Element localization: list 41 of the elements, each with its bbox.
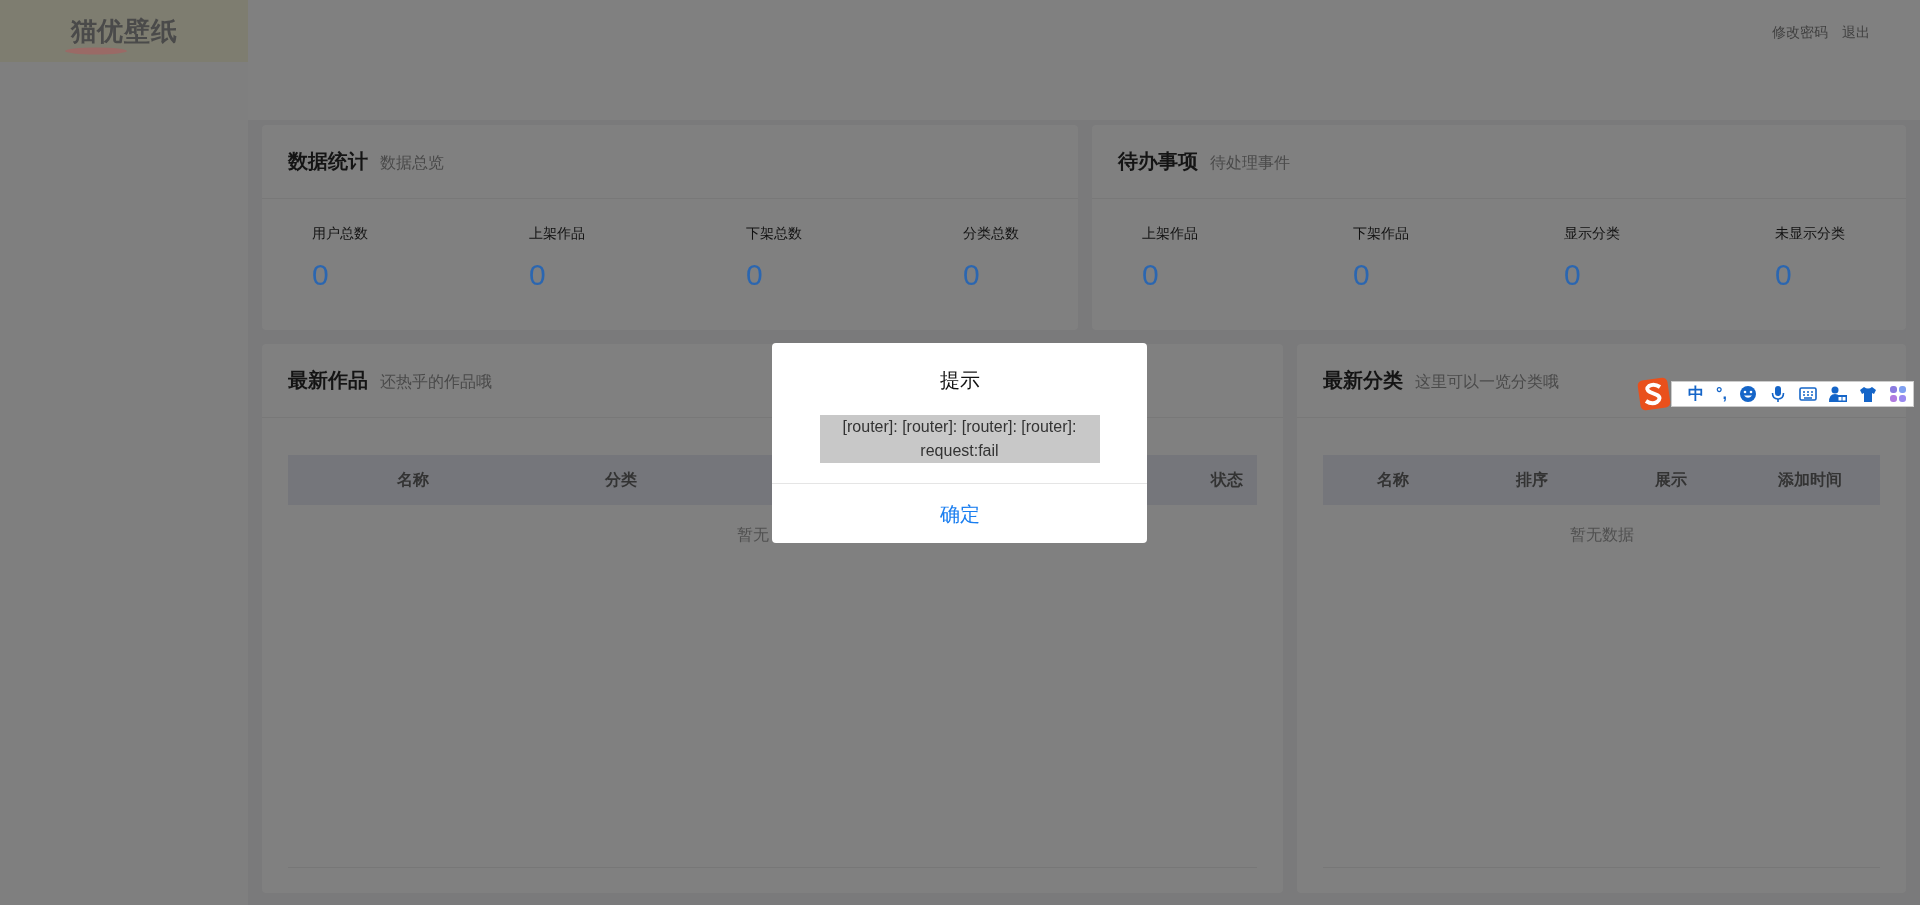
stat-value: 0 xyxy=(963,257,980,293)
card-title: 数据统计 xyxy=(288,149,368,174)
stat-value: 0 xyxy=(746,257,763,293)
column-header: 排序 xyxy=(1514,470,1549,490)
header-link[interactable]: 修改密码 xyxy=(1772,22,1828,43)
stat-label: 下架总数 xyxy=(746,224,802,243)
stat-label: 未显示分类 xyxy=(1775,224,1845,243)
card-title: 待办事项 xyxy=(1118,149,1198,174)
dialog-title: 提示 xyxy=(939,368,980,393)
stat-label: 用户总数 xyxy=(312,224,368,243)
stat-value: 0 xyxy=(1775,257,1792,293)
stat-value: 0 xyxy=(1353,257,1370,293)
user-icon[interactable] xyxy=(1828,385,1847,403)
header-link[interactable]: 退出 xyxy=(1842,22,1870,43)
ime-mode-button[interactable]: °, xyxy=(1716,386,1727,402)
shirt-icon[interactable] xyxy=(1858,385,1877,403)
column-header: 状态 xyxy=(1209,470,1244,490)
column-header: 名称 xyxy=(396,470,430,490)
stat-label: 显示分类 xyxy=(1564,224,1620,243)
stat-label: 分类总数 xyxy=(963,224,1019,243)
dialog-message: [router]: [router]: [router]: [router]: request:fail xyxy=(819,415,1100,463)
smiley-icon[interactable] xyxy=(1738,385,1757,403)
ime-logo-icon[interactable] xyxy=(1637,377,1671,411)
stat-label: 上架作品 xyxy=(1142,224,1198,243)
ime-mode-button[interactable]: 中 xyxy=(1688,386,1704,402)
column-header: 添加时间 xyxy=(1777,470,1844,490)
keyboard-icon[interactable] xyxy=(1798,385,1817,403)
stat-value: 0 xyxy=(312,257,329,293)
confirm-button[interactable]: 确定 xyxy=(772,483,1147,543)
stat-label: 上架作品 xyxy=(529,224,585,243)
stat-value: 0 xyxy=(1142,257,1159,293)
column-header: 分类 xyxy=(604,470,638,490)
column-header: 展示 xyxy=(1654,470,1689,490)
brush-stroke-icon xyxy=(64,47,128,55)
clover-icon[interactable] xyxy=(1888,385,1907,403)
card-title: 最新作品 xyxy=(288,368,368,393)
stat-value: 0 xyxy=(1564,257,1581,293)
stat-label: 下架作品 xyxy=(1353,224,1409,243)
card-title: 最新分类 xyxy=(1323,368,1403,393)
column-header: 名称 xyxy=(1375,470,1410,490)
stat-value: 0 xyxy=(529,257,546,293)
